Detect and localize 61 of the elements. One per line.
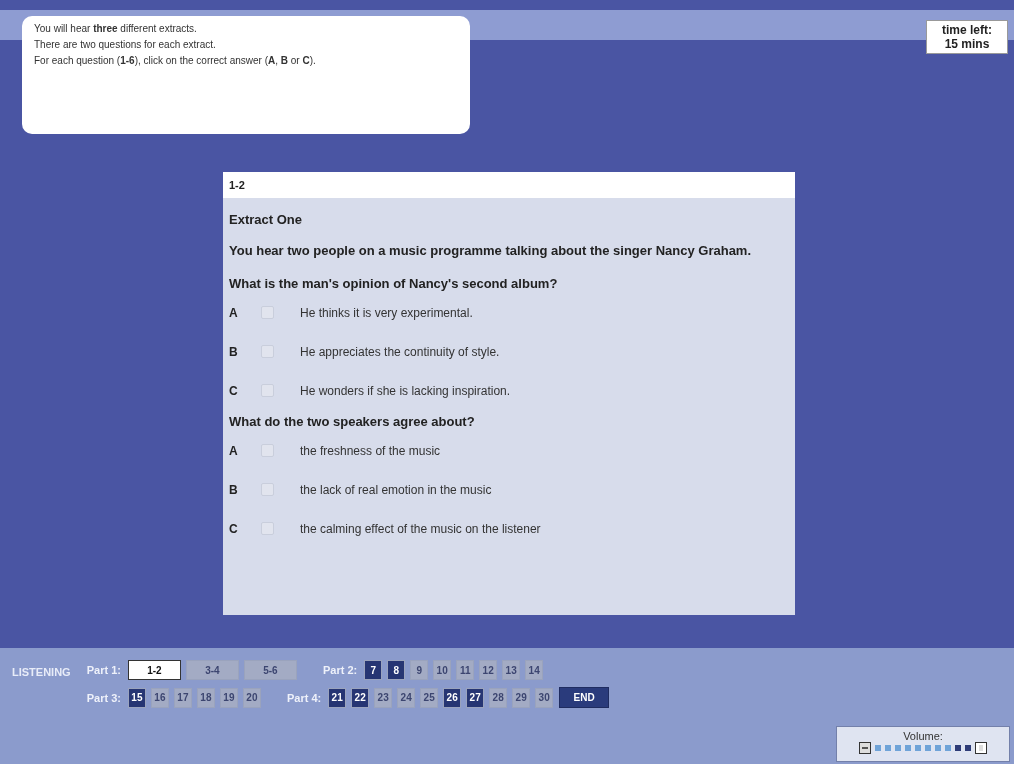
question-nav-button[interactable]: 21	[328, 687, 347, 708]
option-text[interactable]: He appreciates the continuity of style.	[300, 344, 500, 359]
question-text: What do the two speakers agree about?	[229, 413, 476, 431]
question-nav-button[interactable]: 10	[433, 660, 452, 680]
part-label: Part 3:	[86, 691, 121, 704]
question-nav-button[interactable]: 26	[443, 687, 462, 708]
instruction-text: There are two questions for each extract.	[34, 38, 217, 52]
part-label: Part 4:	[286, 691, 322, 704]
option-letter: B	[229, 344, 239, 359]
question-nav-button[interactable]: 27	[466, 687, 485, 708]
option-text[interactable]: He wonders if she is lacking inspiration.	[300, 383, 511, 398]
context-text: You hear two people on a music programme talking about the singer Nancy Graham.	[229, 242, 753, 260]
instruction-text: You will hear three different extracts.	[34, 22, 198, 36]
option-letter: A	[229, 305, 239, 320]
question-nav-button[interactable]: 19	[219, 687, 238, 708]
option-letter: B	[229, 482, 239, 497]
answer-checkbox[interactable]	[261, 384, 274, 397]
part-label: Part 1:	[86, 664, 121, 676]
question-nav-button[interactable]: 13	[502, 660, 521, 680]
question-nav-button[interactable]: 1-2	[127, 660, 181, 680]
option-text[interactable]: He thinks it is very experimental.	[300, 305, 473, 320]
answer-checkbox[interactable]	[261, 306, 274, 319]
question-nav-button[interactable]: 11	[456, 660, 475, 680]
option-letter: A	[229, 443, 239, 458]
question-nav-button[interactable]: 12	[479, 660, 498, 680]
part-label: Part 2:	[322, 664, 358, 676]
option-letter: C	[229, 521, 239, 536]
option-text[interactable]: the lack of real emotion in the music	[300, 482, 492, 497]
answer-checkbox[interactable]	[261, 345, 274, 358]
question-nav-button[interactable]: 18	[196, 687, 215, 708]
question-nav-button[interactable]: 20	[242, 687, 261, 708]
section-label: LISTENING	[12, 665, 71, 680]
question-nav-button[interactable]: 8	[387, 660, 406, 680]
question-nav-button[interactable]: 22	[351, 687, 370, 708]
end-button[interactable]: END	[559, 687, 610, 708]
option-letter: C	[229, 383, 239, 398]
answer-checkbox[interactable]	[261, 444, 274, 457]
question-nav-button[interactable]: 30	[535, 687, 554, 708]
question-nav-button[interactable]: 16	[150, 687, 169, 708]
question-text: What is the man's opinion of Nancy's second album?	[229, 275, 559, 293]
time-left-label: time left: 15 mins	[926, 20, 1008, 54]
question-nav-button[interactable]: 23	[374, 687, 393, 708]
instruction-text: For each question (1-6), click on the correct answer (A, B or C).	[34, 54, 317, 68]
question-nav-button[interactable]: 28	[489, 687, 508, 708]
volume-label: Volume:	[903, 730, 943, 742]
question-nav-button[interactable]: 24	[397, 687, 416, 708]
question-nav-button[interactable]: 14	[525, 660, 544, 680]
panel-header: 1-2	[223, 172, 795, 198]
question-nav-button[interactable]: 5-6	[243, 660, 297, 680]
option-text[interactable]: the calming effect of the music on the listener	[300, 521, 541, 536]
question-nav-button[interactable]: 25	[420, 687, 439, 708]
option-text[interactable]: the freshness of the music	[300, 443, 441, 458]
extract-title: Extract One	[229, 211, 303, 229]
question-nav-button[interactable]: 17	[173, 687, 192, 708]
question-nav-button[interactable]: 7	[364, 660, 383, 680]
question-nav-button[interactable]: 3-4	[185, 660, 239, 680]
answer-checkbox[interactable]	[261, 483, 274, 496]
question-nav-button[interactable]: 29	[512, 687, 531, 708]
question-nav-button[interactable]: 9	[410, 660, 429, 680]
answer-checkbox[interactable]	[261, 522, 274, 535]
question-nav-button[interactable]: 15	[127, 687, 146, 708]
